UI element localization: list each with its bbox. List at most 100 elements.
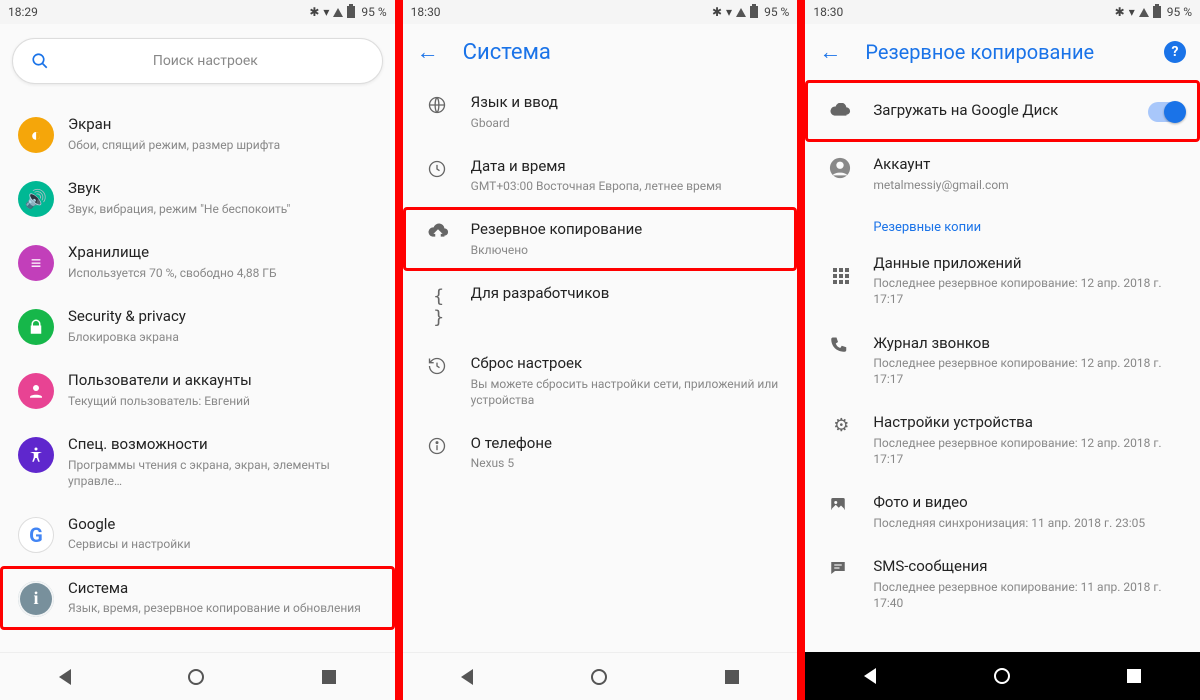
item-sub: Звук, вибрация, режим "Не беспокоить" — [68, 201, 379, 217]
signal-icon — [1139, 8, 1149, 17]
info-icon: i — [18, 581, 54, 617]
item-title: Данные приложений — [873, 254, 1184, 274]
system-item-developer[interactable]: { } Для разработчиков — [403, 271, 798, 341]
item-sub: Gboard — [471, 115, 782, 131]
backup-item-calls[interactable]: Журнал звонков Последнее резервное копир… — [805, 321, 1200, 401]
help-button[interactable]: ? — [1164, 41, 1186, 63]
backup-item-device[interactable]: ⚙ Настройки устройства Последнее резервн… — [805, 400, 1200, 480]
item-sub: Последняя синхронизация: 11 апр. 2018 г.… — [873, 515, 1184, 531]
status-time: 18:30 — [813, 5, 843, 19]
storage-icon: ≡ — [18, 245, 54, 281]
settings-item-accessibility[interactable]: Спец. возможности Программы чтения с экр… — [0, 422, 395, 502]
back-button[interactable]: ← — [417, 39, 445, 65]
nav-bar — [805, 652, 1200, 700]
status-icons: ✱ ▾ 95 % — [712, 5, 789, 19]
item-title: Журнал звонков — [873, 334, 1184, 354]
settings-item-users[interactable]: Пользователи и аккаунты Текущий пользова… — [0, 358, 395, 422]
nav-home-button[interactable] — [994, 668, 1010, 684]
item-title: Настройки устройства — [873, 413, 1184, 433]
backup-account-row[interactable]: Аккаунт metalmessiy@gmail.com — [805, 142, 1200, 206]
search-placeholder: Поиск настроек — [47, 53, 364, 69]
system-item-reset[interactable]: Сброс настроек Вы можете сбросить настро… — [403, 341, 798, 421]
account-icon — [829, 157, 853, 179]
user-icon — [18, 373, 54, 409]
settings-item-sound[interactable]: 🔊 Звук Звук, вибрация, режим "Не беспоко… — [0, 166, 395, 230]
nav-bar — [0, 652, 395, 700]
settings-item-display[interactable]: ◐ Экран Обои, спящий режим, размер шрифт… — [0, 102, 395, 166]
nav-recent-button[interactable] — [1127, 669, 1141, 683]
cloud-upload-icon — [427, 222, 451, 242]
appbar: ← Система — [403, 24, 798, 80]
nav-recent-button[interactable] — [322, 670, 336, 684]
item-sub: Язык, время, резервное копирование и обн… — [68, 600, 379, 616]
nav-back-button[interactable] — [461, 669, 473, 685]
item-sub: Последнее резервное копирование: 12 апр.… — [873, 275, 1184, 307]
nav-back-button[interactable] — [59, 669, 71, 685]
settings-item-google[interactable]: G Google Сервисы и настройки — [0, 502, 395, 566]
item-sub: Текущий пользователь: Евгений — [68, 393, 379, 409]
gear-icon: ⚙ — [829, 415, 853, 436]
google-icon: G — [18, 517, 54, 553]
status-time: 18:30 — [411, 5, 441, 19]
search-input[interactable]: Поиск настроек — [12, 38, 383, 84]
settings-item-storage[interactable]: ≡ Хранилище Используется 70 %, свободно … — [0, 230, 395, 294]
item-sub: Nexus 5 — [471, 455, 782, 471]
lock-icon — [18, 309, 54, 345]
accessibility-icon — [18, 437, 54, 473]
battery-icon — [1153, 6, 1161, 18]
system-list[interactable]: Язык и ввод Gboard Дата и время GMT+03:0… — [403, 80, 798, 652]
signal-icon — [333, 8, 343, 17]
item-title: Google — [68, 515, 379, 535]
clock-icon — [427, 159, 451, 179]
wifi-icon: ▾ — [726, 5, 732, 19]
back-button[interactable]: ← — [819, 39, 847, 65]
bluetooth-icon: ✱ — [712, 5, 722, 19]
item-title: Загружать на Google Диск — [873, 101, 1148, 121]
item-sub: Включено — [471, 242, 782, 258]
item-sub: GMT+03:00 Восточная Европа, летнее время — [471, 178, 782, 194]
nav-bar — [403, 652, 798, 700]
settings-list[interactable]: ◐ Экран Обои, спящий режим, размер шрифт… — [0, 102, 395, 652]
apps-grid-icon — [829, 256, 853, 284]
system-item-about[interactable]: О телефоне Nexus 5 — [403, 421, 798, 485]
status-bar: 18:30 ✱ ▾ 95 % — [403, 0, 798, 24]
nav-home-button[interactable] — [188, 669, 204, 685]
info-outline-icon — [427, 436, 451, 456]
nav-home-button[interactable] — [591, 669, 607, 685]
screen-system: 18:30 ✱ ▾ 95 % ← Система Язык и ввод Gbo… — [403, 0, 798, 700]
backup-item-apps[interactable]: Данные приложений Последнее резервное ко… — [805, 241, 1200, 321]
screenshot-divider — [395, 0, 403, 700]
wifi-icon: ▾ — [323, 5, 329, 19]
settings-item-security[interactable]: Security & privacy Блокировка экрана — [0, 294, 395, 358]
item-sub: Последнее резервное копирование: 12 апр.… — [873, 435, 1184, 467]
display-icon: ◐ — [18, 117, 54, 153]
globe-icon — [427, 95, 451, 115]
backup-item-sms[interactable]: SMS-сообщения Последнее резервное копиро… — [805, 544, 1200, 624]
nav-back-button[interactable] — [864, 668, 876, 684]
item-title: Пользователи и аккаунты — [68, 371, 379, 391]
backup-list[interactable]: Загружать на Google Диск Аккаунт metalme… — [805, 80, 1200, 652]
item-title: Резервное копирование — [471, 220, 782, 240]
item-sub: Последнее резервное копирование: 12 апр.… — [873, 355, 1184, 387]
system-item-backup[interactable]: Резервное копирование Включено — [403, 207, 798, 271]
backup-item-photos[interactable]: Фото и видео Последняя синхронизация: 11… — [805, 480, 1200, 544]
settings-item-system[interactable]: i Система Язык, время, резервное копиров… — [0, 566, 395, 630]
system-item-datetime[interactable]: Дата и время GMT+03:00 Восточная Европа,… — [403, 144, 798, 208]
battery-icon — [347, 6, 355, 18]
appbar: ← Резервное копирование ? — [805, 24, 1200, 80]
nav-recent-button[interactable] — [725, 670, 739, 684]
item-sub: Обои, спящий режим, размер шрифта — [68, 137, 379, 153]
item-title: Спец. возможности — [68, 435, 379, 455]
item-sub: metalmessiy@gmail.com — [873, 177, 1184, 193]
backup-toggle[interactable] — [1148, 102, 1184, 122]
signal-icon — [736, 8, 746, 17]
item-title: Язык и ввод — [471, 93, 782, 113]
item-title: Система — [68, 579, 379, 599]
battery-text: 95 % — [361, 5, 386, 19]
bluetooth-icon: ✱ — [1115, 5, 1125, 19]
backup-toggle-row[interactable]: Загружать на Google Диск — [805, 80, 1200, 142]
item-title: Дата и время — [471, 157, 782, 177]
battery-text: 95 % — [764, 5, 789, 19]
item-sub: Блокировка экрана — [68, 329, 379, 345]
system-item-language[interactable]: Язык и ввод Gboard — [403, 80, 798, 144]
